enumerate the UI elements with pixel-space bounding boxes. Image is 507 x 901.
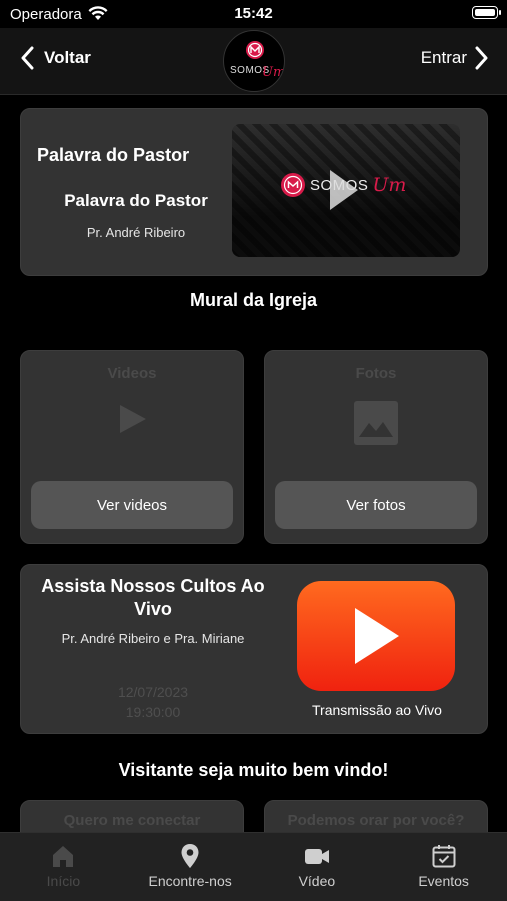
back-button[interactable]: Voltar: [20, 46, 91, 70]
play-icon: [120, 405, 146, 433]
play-icon: [330, 170, 358, 210]
pastor-card-title: Palavra do Pastor: [37, 145, 190, 165]
youtube-play-icon: [355, 608, 399, 664]
thumbnail-logo-accent: Um: [372, 174, 407, 196]
see-photos-button[interactable]: Ver fotos: [275, 481, 477, 529]
tab-video-label: Vídeo: [298, 873, 336, 889]
photos-card: Fotos Ver fotos: [264, 350, 488, 544]
back-label: Voltar: [44, 48, 91, 67]
chevron-right-icon: [475, 46, 488, 70]
see-videos-button[interactable]: Ver videos: [31, 481, 233, 529]
tab-bar: Início Encontre-nos Vídeo Eventos: [0, 832, 507, 901]
live-card-pastors: Pr. André Ribeiro e Pra. Miriane: [61, 631, 245, 646]
status-bar: Operadora 15:42: [0, 0, 507, 28]
pastor-video-thumbnail[interactable]: SOMOS Um: [232, 124, 460, 257]
live-stream-label: Transmissão ao Vivo: [312, 702, 442, 718]
tab-events-label: Eventos: [418, 873, 469, 889]
pastor-word-card[interactable]: Palavra do Pastor Palavra do Pastor Pr. …: [20, 108, 488, 276]
home-icon: [53, 846, 74, 867]
image-icon: [354, 401, 398, 445]
connect-card-label: Quero me conectar: [63, 812, 201, 829]
tab-home[interactable]: Início: [0, 833, 127, 901]
live-card-date: 12/07/2023: [117, 684, 189, 700]
navigation-bar: Voltar SOMOS Um Entrar: [0, 28, 507, 95]
youtube-play-button[interactable]: [297, 581, 455, 691]
somos-um-logo-icon: [281, 173, 305, 197]
somos-um-logo-icon: [246, 41, 264, 59]
mural-title: Mural da Igreja: [189, 290, 318, 310]
battery-icon: [472, 6, 501, 19]
videos-card: Videos Ver videos: [20, 350, 244, 544]
photos-card-label: Fotos: [355, 365, 397, 382]
tab-video[interactable]: Vídeo: [254, 833, 381, 901]
tab-find-us-label: Encontre-nos: [148, 873, 232, 889]
pastor-name: Pr. André Ribeiro: [86, 225, 186, 240]
church-logo: SOMOS Um: [223, 30, 285, 92]
tab-events[interactable]: Eventos: [380, 833, 507, 901]
clock: 15:42: [234, 5, 273, 22]
tab-find-us[interactable]: Encontre-nos: [127, 833, 254, 901]
location-pin-icon: [181, 844, 199, 868]
videos-card-label: Videos: [107, 365, 157, 382]
prayer-card-label: Podemos orar por você?: [287, 812, 465, 829]
login-button[interactable]: Entrar: [421, 46, 489, 70]
calendar-icon: [432, 845, 456, 868]
pastor-card-subtitle: Palavra do Pastor: [64, 191, 208, 210]
live-service-card: Assista Nossos Cultos Ao Vivo Pr. André …: [20, 564, 488, 734]
chevron-left-icon: [21, 46, 34, 70]
welcome-title: Visitante seja muito bem vindo!: [118, 760, 389, 780]
tab-home-label: Início: [46, 873, 81, 889]
video-camera-icon: [304, 849, 329, 864]
logo-accent-text: Um: [262, 65, 285, 80]
live-card-title: Assista Nossos Cultos Ao Vivo: [41, 576, 265, 619]
live-card-time: 19:30:00: [125, 704, 181, 720]
login-label: Entrar: [420, 48, 467, 67]
